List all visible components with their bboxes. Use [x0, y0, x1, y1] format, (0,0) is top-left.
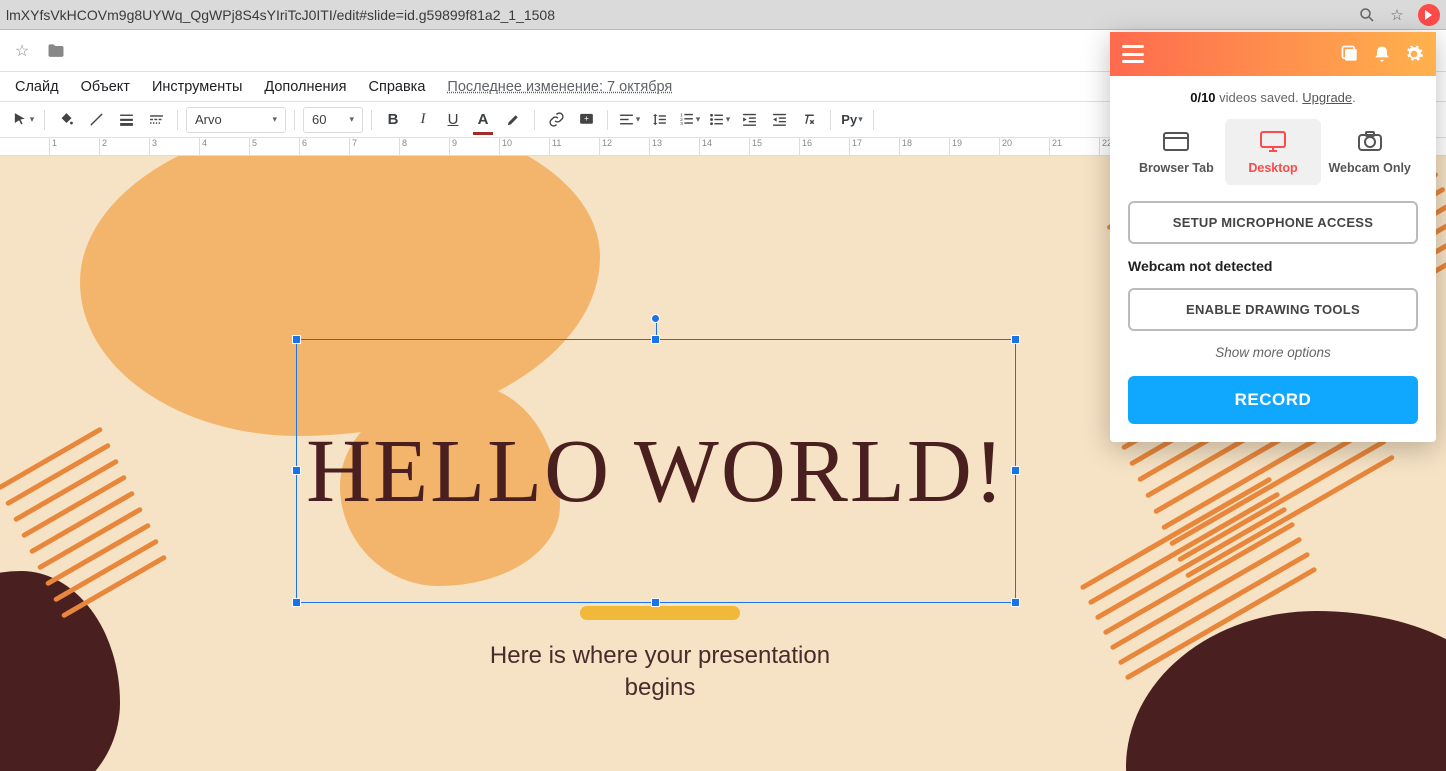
- star-icon[interactable]: ☆: [1388, 6, 1406, 24]
- last-edit-link[interactable]: Последнее изменение: 7 октября: [447, 79, 672, 95]
- numbered-list[interactable]: 123▾: [676, 107, 702, 133]
- folder-icon[interactable]: [46, 41, 66, 61]
- camera-icon: [1356, 129, 1384, 153]
- resize-handle[interactable]: [651, 335, 660, 344]
- slide-subtitle[interactable]: Here is where your presentation begins: [460, 640, 860, 705]
- mode-label: Browser Tab: [1139, 161, 1214, 175]
- videos-saved-text: 0/10 videos saved. Upgrade.: [1128, 90, 1418, 105]
- resize-handle[interactable]: [1011, 598, 1020, 607]
- mode-webcam[interactable]: Webcam Only: [1321, 119, 1418, 185]
- menu-addons[interactable]: Дополнения: [264, 79, 346, 95]
- line-color[interactable]: [83, 107, 109, 133]
- insert-comment[interactable]: +: [573, 107, 599, 133]
- align[interactable]: ▾: [616, 107, 642, 133]
- line-weight[interactable]: [113, 107, 139, 133]
- chrome-icons-group: ☆: [1358, 4, 1440, 26]
- enable-drawing-button[interactable]: ENABLE DRAWING TOOLS: [1128, 288, 1418, 331]
- mode-label: Webcam Only: [1328, 161, 1410, 175]
- menu-object[interactable]: Объект: [81, 79, 130, 95]
- slide-title[interactable]: HELLO WORLD!: [306, 422, 1006, 521]
- menu-icon[interactable]: [1122, 45, 1144, 63]
- upgrade-link[interactable]: Upgrade: [1302, 90, 1352, 105]
- clear-formatting[interactable]: [796, 107, 822, 133]
- panel-header: [1110, 32, 1436, 76]
- bold-button[interactable]: B: [380, 107, 406, 133]
- bulleted-list[interactable]: ▾: [706, 107, 732, 133]
- select-tool[interactable]: ▾: [10, 107, 36, 133]
- setup-microphone-button[interactable]: SETUP MICROPHONE ACCESS: [1128, 201, 1418, 244]
- period: .: [1352, 90, 1356, 105]
- underline-button[interactable]: U: [440, 107, 466, 133]
- resize-handle[interactable]: [292, 466, 301, 475]
- font-family-select[interactable]: Arvo▾: [186, 107, 286, 133]
- browser-tab-icon: [1162, 129, 1190, 153]
- svg-text:+: +: [584, 113, 589, 123]
- font-family-value: Arvo: [195, 112, 222, 127]
- webcam-status: Webcam not detected: [1128, 258, 1418, 274]
- rotate-handle[interactable]: [651, 314, 660, 323]
- resize-handle[interactable]: [292, 598, 301, 607]
- saved-count: 0/10: [1190, 90, 1215, 105]
- line-dash[interactable]: [143, 107, 169, 133]
- extension-icon[interactable]: [1418, 4, 1440, 26]
- input-tools[interactable]: Ру▾: [839, 107, 865, 133]
- mode-selector: Browser Tab Desktop Webcam Only: [1128, 119, 1418, 185]
- decor-accent: [580, 606, 740, 620]
- indent-decrease[interactable]: [736, 107, 762, 133]
- highlight-color[interactable]: [500, 107, 526, 133]
- menu-slide[interactable]: Слайд: [15, 79, 59, 95]
- italic-button[interactable]: I: [410, 107, 436, 133]
- bell-icon[interactable]: [1372, 44, 1392, 64]
- zoom-icon[interactable]: [1358, 6, 1376, 24]
- resize-handle[interactable]: [651, 598, 660, 607]
- decor-stripes: [1066, 531, 1326, 651]
- gear-icon[interactable]: [1404, 44, 1424, 64]
- mode-browser-tab[interactable]: Browser Tab: [1128, 119, 1225, 185]
- recorder-panel: 0/10 videos saved. Upgrade. Browser Tab …: [1110, 32, 1436, 442]
- line-spacing[interactable]: [646, 107, 672, 133]
- library-icon[interactable]: [1340, 44, 1360, 64]
- saved-label: videos saved.: [1216, 90, 1303, 105]
- title-textbox[interactable]: HELLO WORLD!: [296, 339, 1016, 603]
- mode-label: Desktop: [1248, 161, 1297, 175]
- svg-text:3: 3: [680, 121, 683, 127]
- insert-link[interactable]: [543, 107, 569, 133]
- star-outline-icon[interactable]: ☆: [12, 41, 32, 61]
- menu-help[interactable]: Справка: [369, 79, 426, 95]
- resize-handle[interactable]: [292, 335, 301, 344]
- font-size-select[interactable]: 60▾: [303, 107, 363, 133]
- desktop-icon: [1259, 129, 1287, 153]
- resize-handle[interactable]: [1011, 335, 1020, 344]
- text-color[interactable]: A: [470, 107, 496, 133]
- show-more-options[interactable]: Show more options: [1128, 345, 1418, 360]
- indent-increase[interactable]: [766, 107, 792, 133]
- font-size-value: 60: [312, 112, 326, 127]
- decor-stripes: [0, 456, 210, 616]
- mode-desktop[interactable]: Desktop: [1225, 119, 1322, 185]
- url-text: lmXYfsVkHCOVm9g8UYWq_QgWPj8S4sYIriTcJ0IT…: [6, 7, 1350, 23]
- browser-chrome: lmXYfsVkHCOVm9g8UYWq_QgWPj8S4sYIriTcJ0IT…: [0, 0, 1446, 30]
- resize-handle[interactable]: [1011, 466, 1020, 475]
- fill-color[interactable]: [53, 107, 79, 133]
- menu-tools[interactable]: Инструменты: [152, 79, 242, 95]
- record-button[interactable]: RECORD: [1128, 376, 1418, 424]
